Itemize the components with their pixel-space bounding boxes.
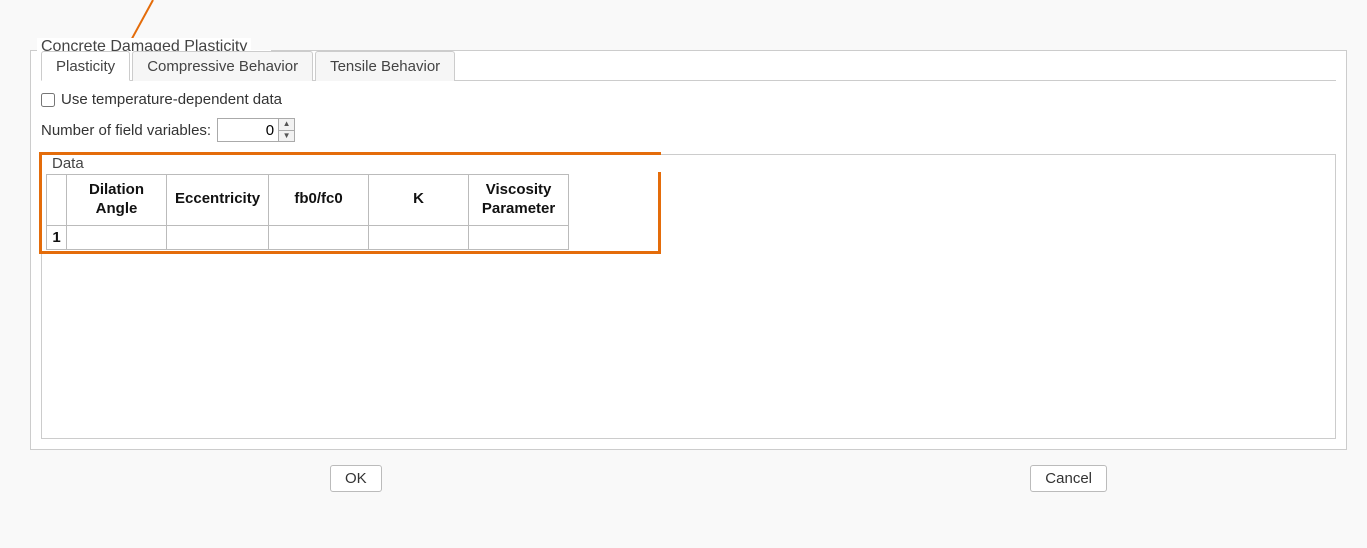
table-row[interactable]: 1 <box>47 225 569 249</box>
tab-tensile-behavior[interactable]: Tensile Behavior <box>315 51 455 81</box>
col-k: K <box>369 175 469 226</box>
cell-fb0-fc0[interactable] <box>269 225 369 249</box>
field-vars-input[interactable] <box>218 119 278 141</box>
cell-viscosity-parameter[interactable] <box>469 225 569 249</box>
cell-eccentricity[interactable] <box>167 225 269 249</box>
spinner-down-icon[interactable]: ▼ <box>279 131 294 142</box>
tab-compressive-behavior[interactable]: Compressive Behavior <box>132 51 313 81</box>
data-group: Data DilationAngle Eccentricity fb0/fc0 … <box>41 154 1336 439</box>
data-group-label: Data <box>46 155 1335 172</box>
ok-button[interactable]: OK <box>330 465 382 492</box>
field-vars-spinner[interactable]: ▲ ▼ <box>217 118 295 142</box>
field-vars-label: Number of field variables: <box>41 122 211 139</box>
col-dilation-angle: DilationAngle <box>67 175 167 226</box>
cancel-button[interactable]: Cancel <box>1030 465 1107 492</box>
cell-k[interactable] <box>369 225 469 249</box>
col-viscosity-parameter: ViscosityParameter <box>469 175 569 226</box>
col-fb0-fc0: fb0/fc0 <box>269 175 369 226</box>
table-corner <box>47 175 67 226</box>
row-number: 1 <box>47 225 67 249</box>
tab-plasticity[interactable]: Plasticity <box>41 51 130 81</box>
use-temp-data-label: Use temperature-dependent data <box>61 91 282 108</box>
data-table[interactable]: DilationAngle Eccentricity fb0/fc0 K Vis… <box>46 174 569 250</box>
spinner-up-icon[interactable]: ▲ <box>279 119 294 131</box>
cell-dilation-angle[interactable] <box>67 225 167 249</box>
col-eccentricity: Eccentricity <box>167 175 269 226</box>
behavior-tabs: Plasticity Compressive Behavior Tensile … <box>41 50 1336 81</box>
table-header-row: DilationAngle Eccentricity fb0/fc0 K Vis… <box>47 175 569 226</box>
material-behavior-fieldset: Concrete Damaged Plasticity Plasticity C… <box>30 50 1347 450</box>
use-temp-data-checkbox[interactable] <box>41 93 55 107</box>
